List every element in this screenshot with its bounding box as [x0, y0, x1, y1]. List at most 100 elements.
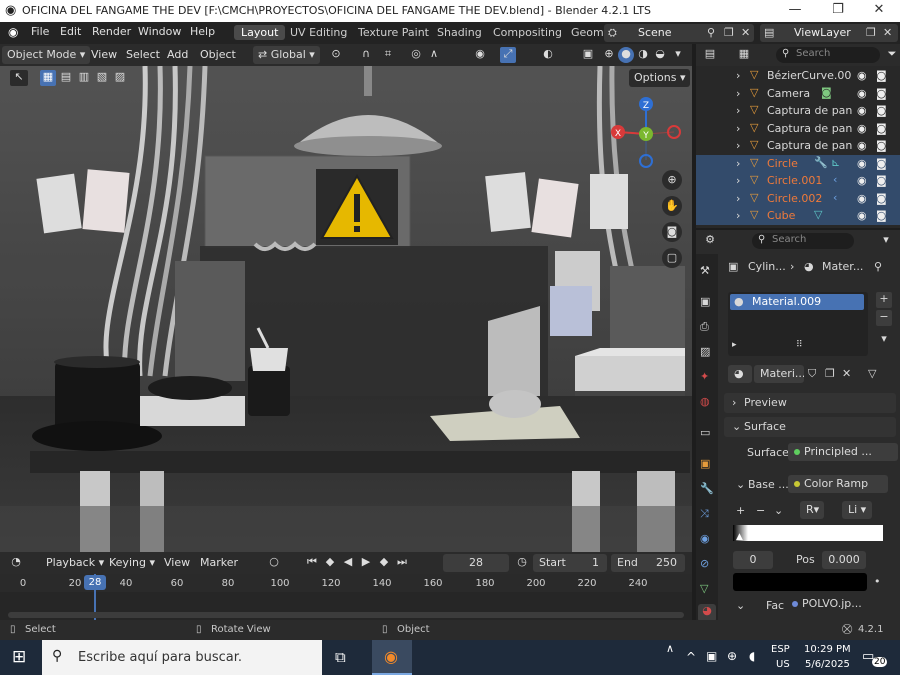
physics-tab-icon[interactable]: ◉: [700, 532, 710, 545]
wireframe-shading-icon[interactable]: ⊕: [601, 47, 617, 63]
eye-icon[interactable]: ◉: [857, 87, 867, 100]
clock-date[interactable]: 5/6/2025: [805, 659, 850, 670]
chevron-down-icon[interactable]: ⌄: [736, 599, 745, 612]
play-icon[interactable]: ▶: [358, 555, 374, 571]
eye-icon[interactable]: ◉: [857, 139, 867, 152]
start-frame-field[interactable]: Start 1: [533, 554, 607, 572]
language-region[interactable]: US: [776, 659, 790, 670]
render-camera-icon[interactable]: ◙: [876, 122, 887, 135]
end-frame-field[interactable]: End 250: [611, 554, 685, 572]
taskbar-search[interactable]: ⚲ Escribe aquí para buscar.: [42, 640, 322, 675]
render-tab-icon[interactable]: ▣: [700, 295, 710, 308]
preview-panel-header[interactable]: › Preview: [724, 393, 896, 413]
delete-layer-icon[interactable]: ✕: [883, 26, 892, 39]
unlink-icon[interactable]: ✕: [842, 367, 851, 380]
constraints-tab-icon[interactable]: ⊘: [700, 557, 709, 570]
color-ramp-gradient[interactable]: [733, 525, 883, 541]
tray-device-icon[interactable]: ▣: [706, 649, 717, 663]
expand-icon[interactable]: ›: [736, 139, 740, 152]
tab-texture-paint[interactable]: Texture Paint: [351, 25, 436, 40]
shading-options-icon[interactable]: ▾: [670, 47, 686, 63]
active-stop-index[interactable]: 0: [733, 551, 773, 569]
surface-shader-field[interactable]: Principled ...: [788, 443, 898, 461]
menu-window[interactable]: Window: [138, 25, 181, 38]
expand-icon[interactable]: ›: [736, 157, 740, 170]
menu-file[interactable]: File: [31, 25, 49, 38]
filter-icon[interactable]: ⏷: [884, 47, 900, 63]
jump-start-icon[interactable]: ⏮: [304, 555, 320, 571]
pan-hand-icon[interactable]: ✋: [662, 196, 682, 216]
tray-expand-icon[interactable]: ^: [686, 650, 696, 664]
outliner-row[interactable]: › ▽ Cube ▽ ◉ ◙: [696, 207, 900, 225]
tab-uv-editing[interactable]: UV Editing: [283, 25, 354, 40]
outliner-search[interactable]: ⚲ Search: [776, 47, 880, 63]
world-tab-icon[interactable]: ◍: [700, 395, 710, 408]
select-intersect-icon[interactable]: ▨: [112, 70, 128, 86]
falloff-icon[interactable]: ∧: [426, 47, 442, 63]
current-frame-field[interactable]: 28: [443, 554, 509, 572]
fac-input-field[interactable]: POLVO.jp...: [792, 597, 862, 610]
stop-color-swatch[interactable]: [733, 573, 867, 591]
curve-data-icon[interactable]: ‹: [833, 173, 837, 186]
stopwatch-icon[interactable]: ◷: [514, 555, 530, 571]
menu-help[interactable]: Help: [190, 25, 215, 38]
material-name-field[interactable]: Materi...: [754, 365, 804, 383]
zoom-icon[interactable]: ⊕: [662, 170, 682, 190]
add-stop-button[interactable]: +: [736, 504, 745, 517]
viewport-menu-select[interactable]: Select: [126, 48, 160, 61]
properties-options-icon[interactable]: ▾: [878, 233, 894, 249]
render-camera-icon[interactable]: ◙: [876, 139, 887, 152]
slot-specials-icon[interactable]: ▾: [876, 332, 892, 348]
snap-icon[interactable]: ∩: [358, 47, 374, 63]
chevron-up-icon[interactable]: ∧: [666, 642, 674, 655]
keyframe-dot-icon[interactable]: •: [874, 575, 881, 588]
render-camera-icon[interactable]: ◙: [876, 209, 887, 222]
options-dropdown[interactable]: Options ▾: [629, 69, 691, 87]
surface-panel-header[interactable]: ⌄ Surface: [724, 417, 896, 437]
outliner-row[interactable]: › ▽ Circle.002 ‹ ◉ ◙: [696, 189, 900, 207]
jump-key-back-icon[interactable]: ◆: [322, 555, 338, 571]
modifiers-tab-icon[interactable]: 🔧: [700, 482, 714, 495]
expand-icon[interactable]: ›: [736, 122, 740, 135]
display-mode-icon[interactable]: ▦: [736, 47, 752, 63]
eye-icon[interactable]: ◉: [857, 174, 867, 187]
play-reverse-icon[interactable]: ◀: [340, 555, 356, 571]
data-tab-icon[interactable]: ▽: [700, 582, 708, 595]
object-tab-icon[interactable]: ▣: [700, 457, 710, 470]
resize-grip-icon[interactable]: ⠿: [796, 340, 803, 350]
outliner-editor-icon[interactable]: ▤: [702, 47, 718, 63]
jump-key-forward-icon[interactable]: ◆: [376, 555, 392, 571]
render-camera-icon[interactable]: ◙: [876, 69, 887, 82]
base-color-input-field[interactable]: Color Ramp: [788, 475, 888, 493]
snap-target-icon[interactable]: ⌗: [380, 47, 396, 63]
delete-scene-icon[interactable]: ✕: [741, 26, 750, 39]
mode-dropdown[interactable]: Object Mode ▾: [2, 46, 91, 64]
timeline-menu-marker[interactable]: Marker: [200, 556, 238, 569]
tray-volume-icon[interactable]: ◖: [749, 649, 755, 663]
expand-icon[interactable]: ›: [736, 104, 740, 117]
material-datablock[interactable]: ◕ Materi... ⛉ ❐ ✕: [728, 365, 856, 383]
outliner-row[interactable]: › ▽ Captura de pan ◉ ◙: [696, 137, 900, 155]
menu-edit[interactable]: Edit: [60, 25, 81, 38]
render-camera-icon[interactable]: ◙: [876, 87, 887, 100]
outliner-row[interactable]: › ▽ Circle.001 ‹ ◉ ◙: [696, 172, 900, 190]
lock-icon[interactable]: ▢: [662, 248, 682, 268]
outliner-row[interactable]: › ▽ Captura de pan ◉ ◙: [696, 120, 900, 138]
particles-tab-icon[interactable]: ⤨: [700, 507, 709, 521]
ramp-color-mode-dropdown[interactable]: R▾: [800, 501, 824, 519]
outliner-row[interactable]: › ▽ Circle 🔧 ⊾ ◉ ◙: [696, 154, 900, 172]
scene-selector[interactable]: ⛭ Scene ⚲ ❐ ✕: [604, 24, 754, 42]
overlay-icon[interactable]: ◐: [540, 47, 556, 63]
remove-slot-button[interactable]: −: [876, 310, 892, 326]
fake-user-icon[interactable]: ⛉: [808, 367, 816, 381]
add-slot-button[interactable]: +: [876, 292, 892, 308]
material-slot-list[interactable]: ● Material.009 ▸ ⠿: [728, 292, 868, 356]
language-code[interactable]: ESP: [771, 644, 790, 655]
eye-icon[interactable]: ◉: [857, 209, 867, 222]
duplicate-icon[interactable]: ❐: [825, 367, 835, 380]
tool-cursor-icon[interactable]: ↖: [10, 70, 28, 86]
outliner-row[interactable]: › ▽ Captura de pan ◉ ◙: [696, 102, 900, 120]
link-type-icon[interactable]: ▽: [868, 367, 876, 380]
xray-icon[interactable]: ▣: [580, 47, 596, 63]
collection-tab-icon[interactable]: ▭: [700, 426, 710, 439]
